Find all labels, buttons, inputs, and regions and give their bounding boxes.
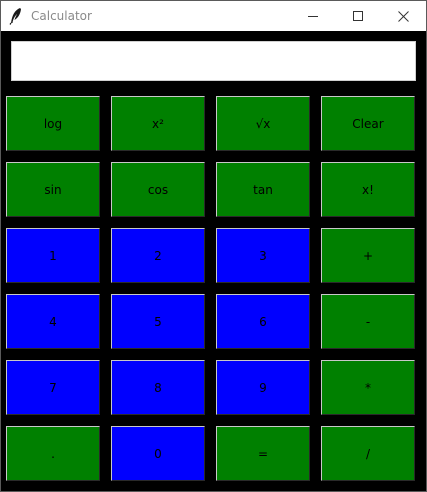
minus-button[interactable]: - (321, 294, 415, 349)
close-icon (397, 10, 409, 22)
digit-5-button[interactable]: 5 (111, 294, 205, 349)
sin-button[interactable]: sin (6, 162, 100, 217)
digit-7-button[interactable]: 7 (6, 360, 100, 415)
decimal-point-button[interactable]: . (6, 426, 100, 481)
close-button[interactable] (380, 1, 426, 31)
factorial-button[interactable]: x! (321, 162, 415, 217)
equals-button[interactable]: = (216, 426, 310, 481)
digit-2-button[interactable]: 2 (111, 228, 205, 283)
digit-4-button[interactable]: 4 (6, 294, 100, 349)
window-title: Calculator (31, 9, 92, 23)
minimize-button[interactable] (290, 1, 336, 31)
log-button[interactable]: log (6, 96, 100, 151)
cos-button[interactable]: cos (111, 162, 205, 217)
digit-9-button[interactable]: 9 (216, 360, 310, 415)
title-bar[interactable]: Calculator (1, 1, 426, 31)
display-field[interactable] (11, 41, 416, 81)
maximize-button[interactable] (335, 1, 381, 31)
multiply-button[interactable]: * (321, 360, 415, 415)
digit-3-button[interactable]: 3 (216, 228, 310, 283)
digit-1-button[interactable]: 1 (6, 228, 100, 283)
square-button[interactable]: x² (111, 96, 205, 151)
calculator-window: Calculator log x² √x Clear sin cos tan x… (0, 0, 427, 492)
minimize-icon (307, 11, 319, 22)
tan-button[interactable]: tan (216, 162, 310, 217)
maximize-icon (352, 10, 364, 22)
feather-icon (8, 7, 24, 25)
digit-8-button[interactable]: 8 (111, 360, 205, 415)
digit-0-button[interactable]: 0 (111, 426, 205, 481)
clear-button[interactable]: Clear (321, 96, 415, 151)
plus-button[interactable]: + (321, 228, 415, 283)
divide-button[interactable]: / (321, 426, 415, 481)
digit-6-button[interactable]: 6 (216, 294, 310, 349)
sqrt-button[interactable]: √x (216, 96, 310, 151)
